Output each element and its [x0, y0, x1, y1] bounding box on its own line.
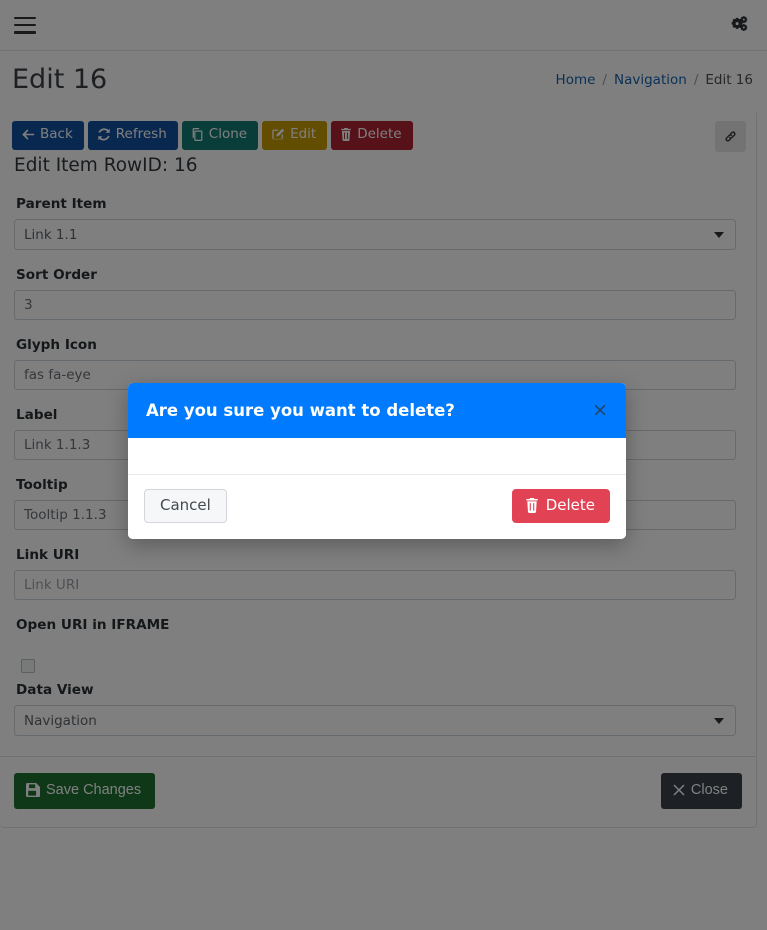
delete-confirmation-modal: Are you sure you want to delete? × Cance…	[128, 383, 626, 539]
modal-footer: Cancel Delete	[128, 475, 626, 539]
modal-delete-label: Delete	[545, 496, 595, 514]
modal-header: Are you sure you want to delete? ×	[128, 383, 626, 438]
close-x-icon[interactable]: ×	[590, 401, 610, 420]
trash-icon	[526, 498, 538, 513]
modal-delete-button[interactable]: Delete	[511, 489, 610, 523]
modal-title: Are you sure you want to delete?	[146, 401, 455, 420]
modal-cancel-button[interactable]: Cancel	[144, 489, 227, 523]
modal-body	[128, 438, 626, 475]
